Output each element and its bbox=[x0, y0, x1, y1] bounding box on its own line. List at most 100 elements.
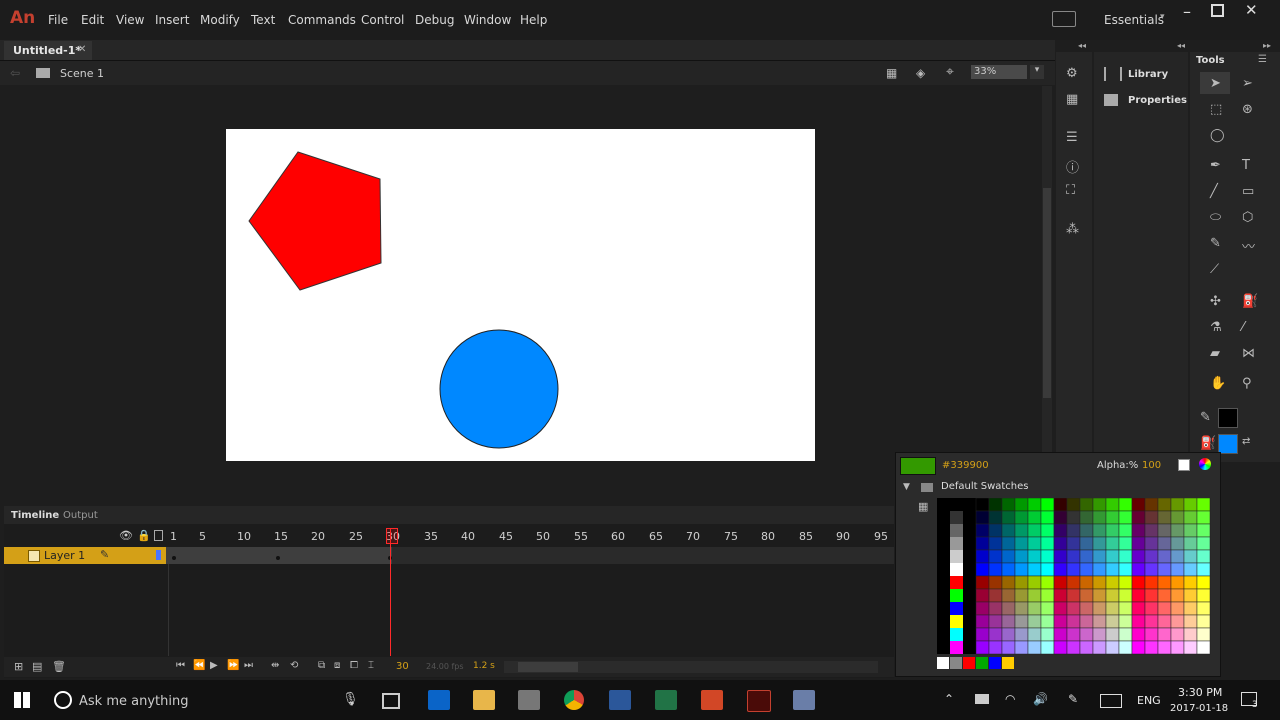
modify-markers-icon[interactable]: ⌶ bbox=[368, 660, 374, 671]
paint-bucket-tool-icon[interactable]: ⛽ bbox=[1242, 294, 1258, 309]
center-stage-icon[interactable]: ⌖ bbox=[946, 64, 954, 80]
grid-icon[interactable]: ▦ bbox=[1066, 92, 1078, 107]
panel-menu-icon[interactable]: ☰ bbox=[1258, 54, 1267, 65]
powerpoint-icon[interactable] bbox=[701, 690, 723, 710]
transform-icon[interactable]: ⛶ bbox=[1066, 183, 1075, 198]
windows-start-icon[interactable] bbox=[14, 692, 30, 708]
last-frame-icon[interactable]: ⏭ bbox=[244, 660, 253, 671]
menu-window[interactable]: Window bbox=[464, 13, 511, 27]
animate-icon[interactable] bbox=[747, 690, 771, 712]
ink-bottle-tool-icon[interactable]: ⚗ bbox=[1210, 320, 1222, 335]
color-picker-icon[interactable] bbox=[1199, 458, 1211, 470]
keyframe[interactable] bbox=[276, 556, 280, 560]
selection-tool-icon[interactable]: ➤ bbox=[1210, 76, 1221, 91]
edit-multiple-icon[interactable]: ⧠ bbox=[350, 660, 358, 671]
zoom-tool-icon[interactable]: ⚲ bbox=[1242, 376, 1252, 391]
swap-colors-icon[interactable]: ⇄ bbox=[1242, 436, 1250, 447]
empty-frames[interactable] bbox=[392, 547, 894, 564]
library-tab[interactable]: Library bbox=[1128, 69, 1168, 80]
hex-value[interactable]: #339900 bbox=[942, 460, 989, 471]
playhead-handle[interactable] bbox=[386, 528, 398, 544]
edge-icon[interactable] bbox=[428, 690, 450, 710]
grid-view-icon[interactable]: ▦ bbox=[918, 500, 928, 513]
collapse-icon[interactable]: ▸▸ bbox=[1263, 41, 1271, 50]
alpha-value[interactable]: 100 bbox=[1142, 460, 1161, 471]
clock-date[interactable]: 2017-01-18 bbox=[1170, 703, 1228, 714]
close-icon[interactable]: ✕ bbox=[1245, 1, 1258, 19]
menu-control[interactable]: Control bbox=[361, 13, 404, 27]
snipping-tool-icon[interactable] bbox=[793, 690, 815, 710]
edit-scene-icon[interactable]: ◈ bbox=[916, 66, 925, 80]
collapse-icon[interactable]: ◂◂ bbox=[1177, 41, 1185, 50]
eyedropper-tool-icon[interactable]: ⁄ bbox=[1242, 320, 1244, 335]
onion-skin-icon[interactable]: ⧉ bbox=[318, 660, 325, 671]
subselection-tool-icon[interactable]: ➢ bbox=[1242, 76, 1253, 91]
maximize-icon[interactable] bbox=[1211, 4, 1224, 17]
playhead[interactable] bbox=[390, 528, 391, 656]
output-tab[interactable]: Output bbox=[63, 510, 98, 521]
menu-commands[interactable]: Commands bbox=[288, 13, 356, 27]
bone-tool-icon[interactable]: ✣ bbox=[1210, 294, 1221, 309]
chevron-up-icon[interactable]: ⌃ bbox=[944, 692, 954, 706]
sync-settings-icon[interactable] bbox=[1052, 11, 1076, 27]
menu-text[interactable]: Text bbox=[251, 13, 275, 27]
pentagon-shape[interactable] bbox=[248, 151, 382, 291]
menu-file[interactable]: File bbox=[48, 13, 68, 27]
line-tool-icon[interactable]: ╱ bbox=[1210, 184, 1218, 199]
hscroll-thumb[interactable] bbox=[518, 662, 578, 672]
minimize-icon[interactable]: – bbox=[1183, 2, 1191, 21]
rectangle-tool-icon[interactable]: ▭ bbox=[1242, 184, 1254, 199]
free-transform-tool-icon[interactable]: ⬚ bbox=[1210, 102, 1222, 117]
stroke-color-swatch[interactable] bbox=[1218, 408, 1238, 428]
collapse-icon[interactable]: ◂◂ bbox=[1078, 41, 1086, 50]
current-frame-value[interactable]: 30 bbox=[396, 661, 409, 672]
menu-edit[interactable]: Edit bbox=[81, 13, 104, 27]
lasso-tool-icon[interactable]: ◯ bbox=[1210, 128, 1225, 143]
file-explorer-icon[interactable] bbox=[473, 690, 495, 710]
layer-name[interactable]: Layer 1 bbox=[44, 549, 85, 562]
onion-outline-icon[interactable]: ⧈ bbox=[334, 660, 340, 671]
keyboard-icon[interactable] bbox=[1100, 694, 1122, 708]
excel-icon[interactable] bbox=[655, 690, 677, 710]
components-icon[interactable]: ⁂ bbox=[1066, 222, 1079, 237]
menu-view[interactable]: View bbox=[116, 13, 144, 27]
next-frame-icon[interactable]: ⏩ bbox=[227, 660, 239, 671]
info-icon[interactable]: ⓘ bbox=[1066, 157, 1079, 176]
hand-tool-icon[interactable]: ✋ bbox=[1210, 376, 1226, 391]
new-folder-icon[interactable]: ▤ bbox=[32, 660, 42, 673]
menu-debug[interactable]: Debug bbox=[415, 13, 454, 27]
loop-icon[interactable]: ⟲ bbox=[290, 660, 298, 671]
outline-icon[interactable] bbox=[154, 530, 163, 541]
prev-frame-icon[interactable]: ⏪ bbox=[193, 660, 205, 671]
pen-tool-icon[interactable]: ✒ bbox=[1210, 158, 1221, 173]
wifi-icon[interactable]: ◠ bbox=[1005, 692, 1015, 706]
timeline-tab[interactable]: Timeline bbox=[11, 510, 59, 521]
edit-symbols-icon[interactable]: ▦ bbox=[886, 66, 897, 80]
chrome-icon[interactable] bbox=[564, 690, 584, 710]
taskbar-search-input[interactable]: Ask me anything bbox=[79, 694, 188, 709]
oval-tool-icon[interactable]: ⬭ bbox=[1210, 210, 1221, 225]
first-frame-icon[interactable]: ⏮ bbox=[176, 660, 185, 671]
no-color-icon[interactable] bbox=[1178, 459, 1190, 471]
swatches-panel-icon[interactable]: ⚙ bbox=[1066, 66, 1078, 81]
layer-color-icon[interactable] bbox=[156, 550, 161, 560]
microphone-icon[interactable]: 🎙 bbox=[342, 692, 359, 707]
swatch-grid[interactable] bbox=[937, 498, 1213, 672]
menu-help[interactable]: Help bbox=[520, 13, 547, 27]
workspace-switcher[interactable]: Essentials bbox=[1104, 13, 1164, 27]
cortana-icon[interactable] bbox=[54, 691, 72, 709]
3d-rotation-tool-icon[interactable]: ⊛ bbox=[1242, 102, 1253, 117]
menu-modify[interactable]: Modify bbox=[200, 13, 240, 27]
tab-close-icon[interactable]: ✕ bbox=[78, 44, 86, 55]
zoom-dropdown-icon[interactable]: ▾ bbox=[1030, 65, 1044, 79]
store-icon[interactable] bbox=[518, 690, 540, 710]
scroll-thumb[interactable] bbox=[1043, 188, 1051, 398]
align-icon[interactable]: ☰ bbox=[1066, 130, 1078, 145]
lock-icon[interactable]: 🔒 bbox=[137, 529, 151, 542]
play-icon[interactable]: ▶ bbox=[210, 660, 218, 671]
new-layer-icon[interactable]: ⊞ bbox=[14, 660, 23, 673]
task-view-icon[interactable] bbox=[382, 693, 400, 709]
language-indicator[interactable]: ENG bbox=[1137, 694, 1161, 707]
volume-icon[interactable]: 🔊 bbox=[1033, 692, 1048, 706]
paint-brush-tool-icon[interactable]: ⟋ bbox=[1210, 262, 1219, 277]
